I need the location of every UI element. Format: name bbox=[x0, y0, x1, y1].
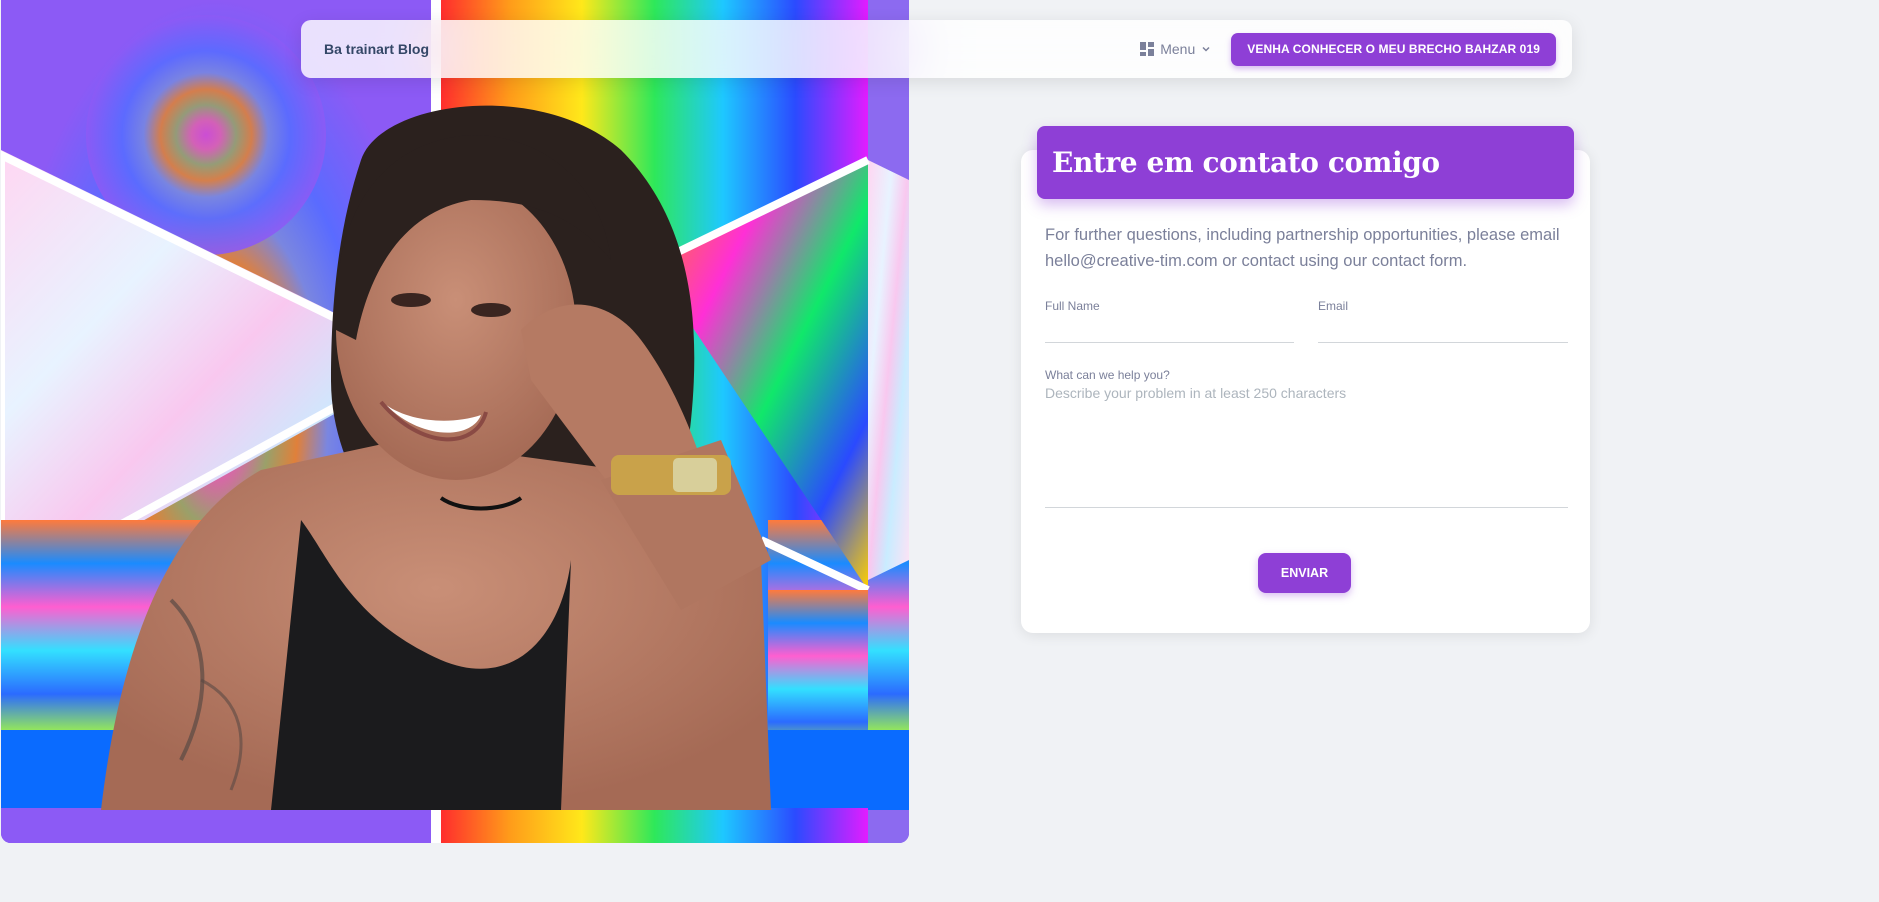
message-label: What can we help you? bbox=[1045, 368, 1170, 382]
email-label: Email bbox=[1318, 299, 1349, 313]
menu-dropdown[interactable]: Menu bbox=[1140, 41, 1211, 57]
dashboard-icon bbox=[1140, 42, 1155, 56]
submit-button[interactable]: ENVIAR bbox=[1258, 553, 1351, 593]
full-name-label: Full Name bbox=[1045, 299, 1100, 313]
brand-link[interactable]: Ba trainart Blog bbox=[324, 41, 429, 57]
contact-title: Entre em contato comigo bbox=[1052, 146, 1440, 179]
contact-card-header: Entre em contato comigo bbox=[1037, 126, 1574, 199]
brecho-cta-button[interactable]: VENHA CONHECER O MEU BRECHO BAHZAR 019 bbox=[1231, 32, 1556, 66]
email-input[interactable] bbox=[1318, 322, 1568, 343]
hero-artwork bbox=[1, 0, 909, 843]
menu-label: Menu bbox=[1160, 41, 1196, 57]
top-navbar: Ba trainart Blog Menu VENHA CONHECER O M… bbox=[301, 20, 1572, 78]
contact-card: Entre em contato comigo For further ques… bbox=[1021, 126, 1590, 633]
full-name-input[interactable] bbox=[1045, 322, 1294, 343]
hero-image bbox=[1, 0, 909, 843]
message-textarea[interactable] bbox=[1045, 385, 1568, 508]
contact-intro: For further questions, including partner… bbox=[1045, 226, 1560, 270]
chevron-down-icon bbox=[1202, 46, 1210, 52]
